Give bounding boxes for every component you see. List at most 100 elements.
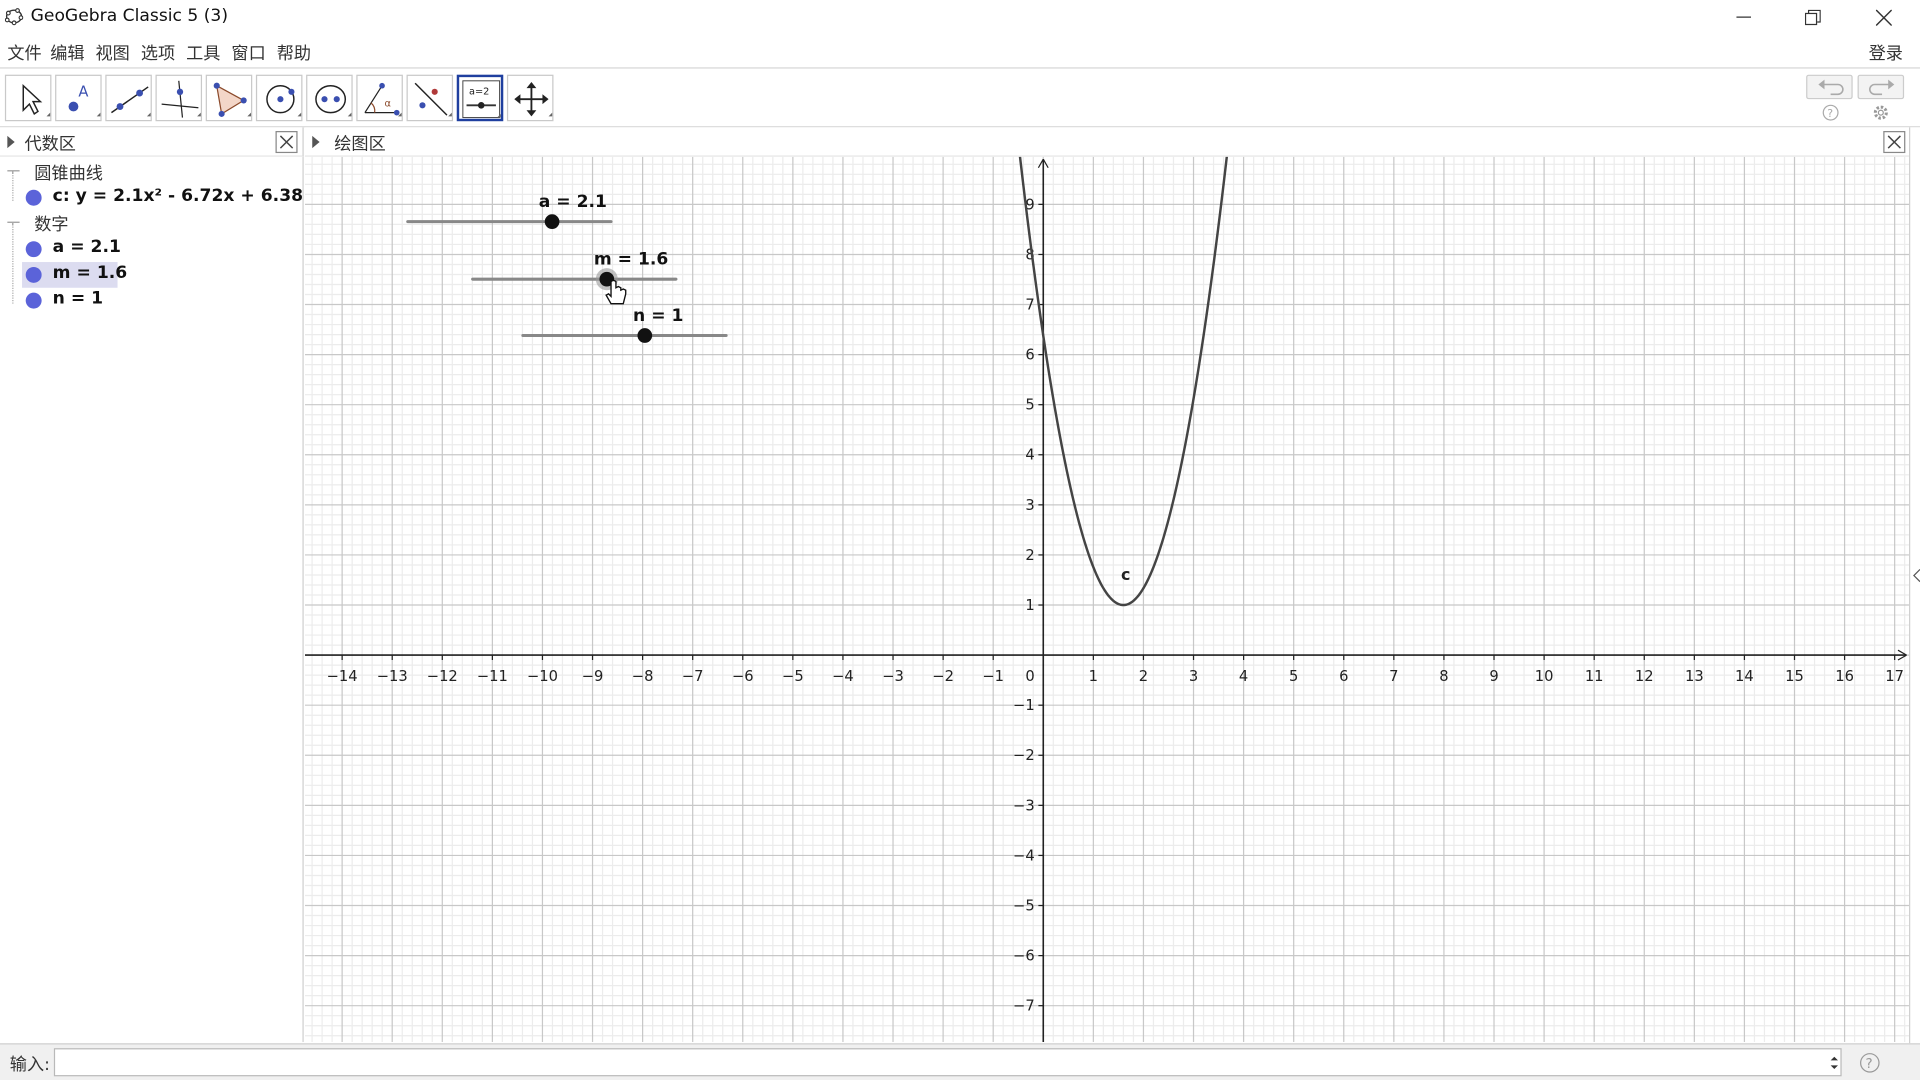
ellipse-icon [315,84,352,117]
move-tool[interactable] [4,74,52,122]
collapse-minus-icon[interactable] [7,170,20,172]
minimize-icon [1736,16,1752,18]
algebra-item-label: n = 1 [52,288,104,309]
visibility-toggle-icon[interactable] [25,292,42,309]
minimize-button[interactable] [1709,0,1778,34]
group-label: 数字 [34,215,69,236]
slider-a[interactable]: a = 2.1 [406,192,613,229]
group-label: 圆锥曲线 [34,164,103,184]
angle-tool[interactable]: α [356,74,403,122]
slider-tool[interactable]: a=2 [456,74,504,122]
svg-text:α: α [384,99,390,110]
x-tick-label: −1 [982,668,1004,685]
close-icon [279,135,294,149]
x-tick-label: 3 [1189,668,1198,685]
polygon-icon [213,82,252,117]
ellipse-tool[interactable] [306,74,353,122]
close-window-button[interactable] [1849,0,1918,34]
y-tick-label: 4 [1025,447,1034,464]
collapse-caret-icon[interactable] [7,135,15,149]
curve-label[interactable]: c [1121,565,1130,584]
visibility-toggle-icon[interactable] [25,266,42,283]
slider-m-label[interactable]: m = 1.6 [594,249,668,269]
group-conics[interactable]: 圆锥曲线 [0,159,304,184]
slider-n-label[interactable]: n = 1 [633,306,683,326]
x-tick-label: −9 [582,668,604,685]
line-tool[interactable] [105,74,152,122]
login-link[interactable]: 登录 [1869,40,1903,64]
undo-button[interactable] [1806,74,1853,100]
move-graphics-view-tool[interactable] [506,74,554,122]
y-tick-label: 2 [1025,547,1034,564]
history-dropdown-icon[interactable] [1828,1054,1840,1071]
restore-button[interactable] [1778,0,1847,34]
collapse-minus-icon[interactable] [7,221,20,223]
settings-gear-icon[interactable] [1872,104,1889,121]
x-tick-label: 13 [1685,668,1704,685]
close-algebra-view-button[interactable] [275,131,298,154]
input-bar: 输入: ? [0,1043,1920,1080]
menu-file[interactable]: 文件 [7,40,41,64]
input-label: 输入: [9,1055,50,1076]
visibility-toggle-icon[interactable] [25,189,42,206]
menu-edit[interactable]: 编辑 [50,40,84,64]
redo-button[interactable] [1857,74,1905,100]
graphics-view[interactable]: −14 −13 −12 −11 −10 −9 −8 −7 −6 −5 −4 −3 −2 −1 1 2 3 4 5 6 7… [304,156,1909,1043]
x-tick-label: 9 [1489,668,1498,685]
redo-icon [1869,79,1895,96]
graphics-view-title: 绘图区 [334,134,386,155]
x-tick-label: 7 [1389,668,1398,685]
reflect-tool[interactable] [406,74,454,122]
algebra-view-header: 代数区 [0,127,304,157]
geogebra-logo-icon [4,8,24,26]
close-icon [1875,9,1892,26]
close-graphics-view-button[interactable] [1883,131,1906,154]
menu-options[interactable]: 选项 [141,40,175,64]
x-tick-label: −8 [632,668,654,685]
grid-major [304,156,1909,1043]
algebra-item-label: m = 1.6 [52,263,128,283]
x-tick-label: −6 [732,668,754,685]
expand-arrow-icon[interactable] [1911,566,1920,590]
algebra-view: 圆锥曲线 c: y = 2.1x² - 6.72x + 6.38 数字 a = … [0,156,304,1043]
x-tick-label: −4 [832,668,854,685]
angle-icon: α [364,82,402,117]
grid-minor [304,156,1909,1043]
y-tick-label: −4 [1013,847,1035,864]
menu-help[interactable]: 帮助 [277,40,311,64]
y-tick-label: 1 [1025,597,1034,614]
slider-a-label[interactable]: a = 2.1 [539,192,607,212]
slider-icon: a=2 [462,80,501,119]
input-help-icon[interactable]: ? [1859,1052,1881,1074]
menu-window[interactable]: 窗口 [231,40,265,64]
x-tick-label: −13 [377,668,408,685]
y-tick-label: 5 [1025,397,1034,414]
y-tick-label: −1 [1013,697,1035,714]
command-input[interactable] [53,1048,1842,1077]
x-tick-label: 10 [1535,668,1554,685]
x-tick-label: −14 [327,668,358,685]
x-tick-label: 6 [1339,668,1348,685]
visibility-toggle-icon[interactable] [25,241,42,258]
circle-tool[interactable] [255,74,303,122]
graphics-canvas[interactable]: −14 −13 −12 −11 −10 −9 −8 −7 −6 −5 −4 −3 −2 −1 1 2 3 4 5 6 7… [304,156,1909,1043]
x-tick-label: −3 [882,668,904,685]
slider-a-knob[interactable] [544,214,560,229]
collapse-caret-icon[interactable] [312,135,320,149]
close-icon [1887,135,1901,149]
graphics-view-header: 绘图区 [304,127,1909,157]
restore-icon [1804,9,1821,25]
help-icon[interactable]: ? [1822,104,1839,121]
title-bar: GeoGebra Classic 5 (3) [0,0,1920,35]
perpendicular-line-icon [161,80,201,118]
menu-tools[interactable]: 工具 [186,40,220,64]
x-tick-label: 17 [1885,668,1904,685]
svg-text:?: ? [1866,1057,1873,1072]
polygon-tool[interactable] [205,74,253,122]
side-panel-toggle[interactable] [1908,127,1920,1044]
slider-n-knob[interactable] [637,328,653,343]
perpendicular-tool[interactable] [155,74,203,122]
group-numbers[interactable]: 数字 [0,211,304,235]
menu-view[interactable]: 视图 [96,40,130,64]
point-tool[interactable]: A [55,74,102,122]
